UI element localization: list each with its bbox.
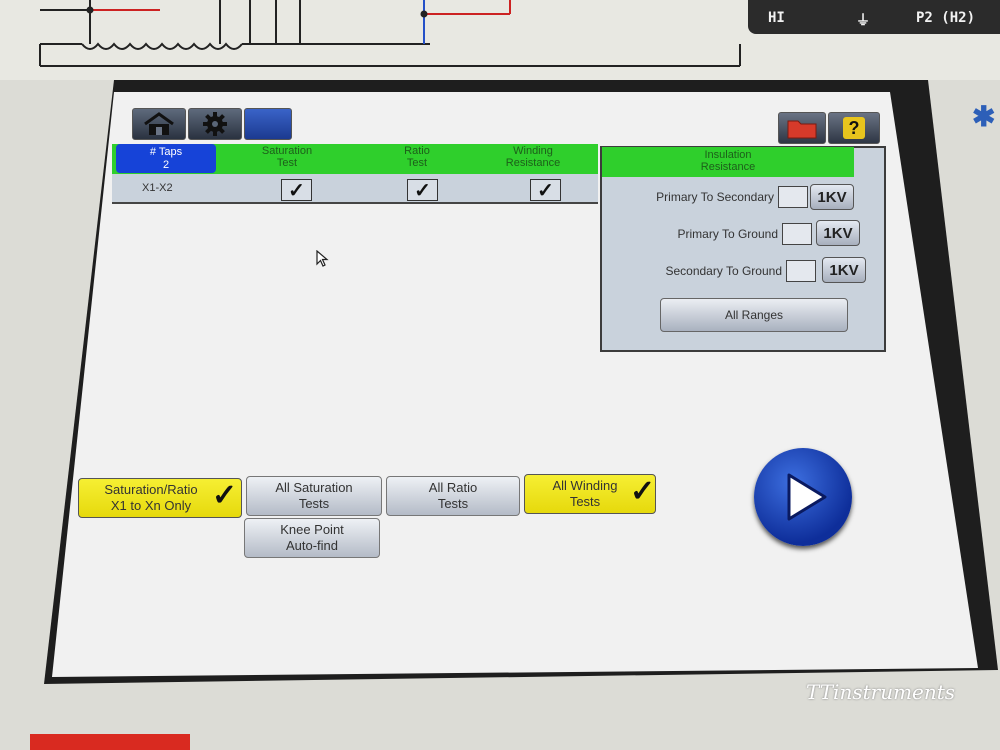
terminal-labels: HI ⏚ P2 (H2) bbox=[748, 0, 1000, 34]
help-button[interactable]: ? bbox=[828, 112, 880, 144]
touch-screen: ? # Taps 2 Saturation Test Ratio Test Wi… bbox=[52, 92, 978, 677]
primary-to-secondary-label: Primary To Secondary bbox=[656, 190, 774, 204]
play-icon bbox=[787, 473, 827, 521]
folder-button[interactable] bbox=[778, 112, 826, 144]
blank-blue-button[interactable] bbox=[244, 108, 292, 140]
settings-button[interactable] bbox=[188, 108, 242, 140]
button-label: X1 to Xn Only bbox=[110, 498, 192, 513]
terminal-p2-label: P2 (H2) bbox=[916, 10, 976, 26]
transformer-schematic bbox=[39, 0, 741, 67]
all-ratio-tests-button[interactable]: All Ratio Tests bbox=[386, 476, 520, 516]
button-label: Tests bbox=[298, 496, 330, 511]
saturation-test-header: Saturation Test bbox=[261, 145, 313, 169]
insulation-resistance-header: Insulation Resistance bbox=[602, 147, 854, 177]
table-row bbox=[112, 174, 598, 204]
primary-to-ground-checkbox[interactable] bbox=[782, 223, 812, 245]
mouse-cursor-icon bbox=[316, 250, 329, 267]
home-button[interactable] bbox=[132, 108, 186, 140]
primary-to-ground-label: Primary To Ground bbox=[677, 227, 778, 241]
home-icon bbox=[144, 112, 174, 135]
bluetooth-icon: ✱ bbox=[972, 101, 996, 132]
run-test-button[interactable] bbox=[754, 448, 852, 546]
help-icon: ? bbox=[843, 117, 865, 139]
check-icon: ✓ bbox=[288, 179, 305, 202]
taps-cell[interactable]: # Taps 2 bbox=[116, 144, 216, 173]
ratio-checkbox[interactable]: ✓ bbox=[407, 179, 438, 202]
check-icon: ✓ bbox=[537, 179, 554, 202]
taps-value: 2 bbox=[162, 159, 170, 171]
ratio-test-header: Ratio Test bbox=[404, 145, 430, 169]
secondary-to-ground-label: Secondary To Ground bbox=[665, 264, 782, 278]
button-label: Saturation/Ratio bbox=[104, 482, 198, 497]
terminal-hi-label: HI bbox=[768, 10, 785, 26]
button-label: All Winding bbox=[552, 478, 618, 493]
brand-watermark: TTinstruments bbox=[806, 680, 956, 704]
taps-header: # Taps bbox=[149, 146, 183, 158]
button-label: Tests bbox=[437, 496, 469, 511]
button-label: Knee Point bbox=[280, 522, 344, 537]
folder-icon bbox=[787, 120, 817, 139]
check-icon: ✓ bbox=[414, 179, 431, 202]
saturation-checkbox[interactable]: ✓ bbox=[281, 179, 312, 202]
primary-to-ground-1kv-button[interactable]: 1KV bbox=[816, 220, 860, 246]
secondary-to-ground-checkbox[interactable] bbox=[786, 260, 816, 282]
device-logo-partial bbox=[30, 734, 190, 750]
primary-to-secondary-checkbox[interactable] bbox=[778, 186, 808, 208]
button-label: All Saturation bbox=[275, 480, 353, 495]
button-label: Auto-find bbox=[285, 538, 339, 553]
button-label: All Ratio bbox=[428, 480, 478, 495]
winding-checkbox[interactable]: ✓ bbox=[530, 179, 561, 202]
all-ranges-button[interactable]: All Ranges bbox=[660, 298, 848, 332]
check-icon: ✓ bbox=[630, 475, 656, 508]
gear-icon bbox=[203, 112, 227, 136]
knee-point-auto-find-button[interactable]: Knee Point Auto-find bbox=[244, 518, 380, 558]
primary-to-secondary-1kv-button[interactable]: 1KV bbox=[810, 184, 854, 210]
all-saturation-tests-button[interactable]: All Saturation Tests bbox=[246, 476, 382, 516]
button-label: Tests bbox=[569, 494, 601, 509]
secondary-to-ground-1kv-button[interactable]: 1KV bbox=[822, 257, 866, 283]
ground-icon: ⏚ bbox=[856, 13, 870, 29]
check-icon: ✓ bbox=[212, 479, 238, 512]
row-label-x1-x2: X1-X2 bbox=[142, 182, 173, 194]
winding-resistance-header: Winding Resistance bbox=[505, 145, 561, 169]
